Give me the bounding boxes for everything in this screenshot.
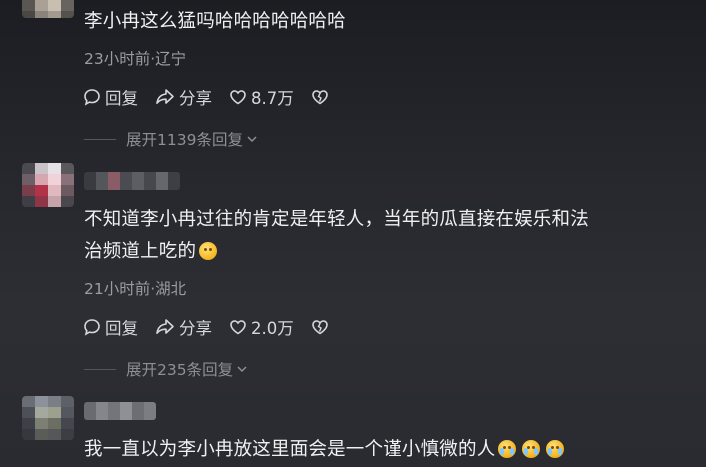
heart-icon bbox=[230, 90, 246, 105]
chevron-down-icon bbox=[237, 366, 247, 373]
heart-icon bbox=[230, 320, 246, 335]
crying-laughing-emoji bbox=[498, 440, 517, 458]
comment-bubble-icon bbox=[84, 319, 100, 336]
like-button[interactable]: 2.0万 bbox=[228, 315, 294, 339]
grinning-sweat-emoji bbox=[199, 242, 218, 260]
dislike-button[interactable] bbox=[310, 87, 333, 107]
like-count: 2.0万 bbox=[251, 319, 294, 338]
comment-text-line-2: 治频道上吃的 bbox=[84, 241, 197, 262]
share-arrow-icon bbox=[156, 319, 174, 334]
share-button[interactable]: 分享 bbox=[154, 315, 212, 339]
chevron-down-icon bbox=[247, 136, 257, 143]
comment-text: 不知道李小冉过往的肯定是年轻人，当年的瓜直接在娱乐和法 治频道上吃的 bbox=[84, 204, 684, 268]
avatar[interactable] bbox=[22, 396, 74, 440]
share-label: 分享 bbox=[179, 89, 212, 108]
comment-actions: 回复 分享 8.7万 bbox=[82, 85, 349, 109]
expand-replies[interactable]: 展开235条回复 bbox=[84, 358, 249, 380]
avatar[interactable] bbox=[22, 0, 74, 18]
comment-text-line-1: 我一直以为李小冉放这里面会是一个谨小慎微的人 bbox=[84, 439, 496, 460]
expand-replies[interactable]: 展开1139条回复 bbox=[84, 128, 259, 150]
reply-button[interactable]: 回复 bbox=[82, 315, 138, 339]
comment-meta: 23小时前·辽宁 bbox=[84, 50, 187, 68]
like-button[interactable]: 8.7万 bbox=[228, 85, 294, 109]
username-blurred[interactable] bbox=[84, 402, 156, 420]
divider bbox=[84, 138, 116, 140]
like-count: 8.7万 bbox=[251, 89, 294, 108]
comment-text-line-1: 不知道李小冉过往的肯定是年轻人，当年的瓜直接在娱乐和法 bbox=[84, 209, 589, 230]
comment-bubble-icon bbox=[84, 89, 100, 106]
avatar[interactable] bbox=[22, 163, 74, 207]
expand-label: 展开235条回复 bbox=[126, 361, 234, 379]
expand-label: 展开1139条回复 bbox=[126, 131, 243, 149]
share-arrow-icon bbox=[156, 89, 174, 104]
reply-button[interactable]: 回复 bbox=[82, 85, 138, 109]
divider bbox=[84, 368, 116, 370]
share-label: 分享 bbox=[179, 319, 212, 338]
comment-text: 我一直以为李小冉放这里面会是一个谨小慎微的人 bbox=[84, 434, 684, 466]
broken-heart-icon bbox=[311, 320, 328, 335]
crying-laughing-emoji bbox=[546, 440, 565, 458]
comment-text: 李小冉这么猛吗哈哈哈哈哈哈哈 bbox=[84, 11, 346, 32]
reply-label: 回复 bbox=[105, 89, 138, 108]
comment-meta: 21小时前·湖北 bbox=[84, 280, 187, 298]
share-button[interactable]: 分享 bbox=[154, 85, 212, 109]
username-blurred[interactable] bbox=[84, 172, 180, 190]
broken-heart-icon bbox=[311, 90, 328, 105]
dislike-button[interactable] bbox=[310, 317, 333, 337]
reply-label: 回复 bbox=[105, 319, 138, 338]
comment-actions: 回复 分享 2.0万 bbox=[82, 315, 349, 339]
crying-laughing-emoji bbox=[522, 440, 541, 458]
